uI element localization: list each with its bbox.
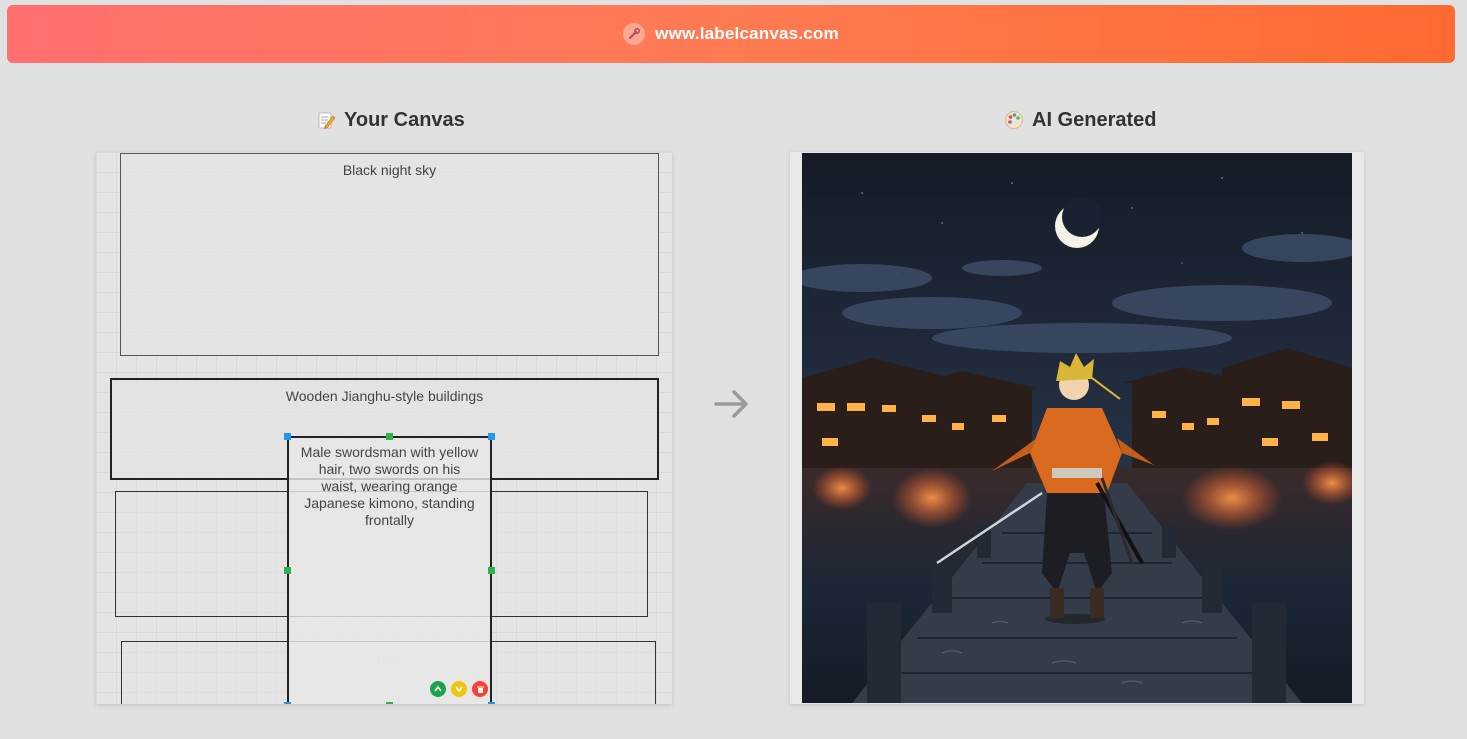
resize-handle-right[interactable] — [488, 567, 495, 574]
label-canvas[interactable]: Black night sky Wooden Jianghu-style bui… — [96, 152, 672, 704]
chevron-up-icon — [434, 685, 442, 692]
trash-icon — [476, 686, 484, 693]
ai-heading: AI Generated — [1004, 106, 1156, 134]
move-up-button[interactable] — [430, 681, 446, 697]
region-sky-label: Black night sky — [342, 162, 437, 178]
region-swordsman-label: Male swordsman with yellow hair, two swo… — [300, 444, 479, 528]
resize-handle-bottom-left[interactable] — [284, 702, 291, 704]
region-buildings-label: Wooden Jianghu-style buildings — [285, 388, 484, 404]
chevron-down-icon — [455, 686, 463, 693]
generated-scene-illustration — [802, 153, 1352, 703]
ai-title: AI Generated — [1032, 108, 1157, 131]
wrench-icon — [623, 23, 646, 45]
site-url[interactable]: www.labelcanvas.com — [655, 24, 839, 44]
canvas-title: Your Canvas — [344, 108, 465, 131]
region-sky[interactable]: Black night sky — [120, 153, 659, 356]
move-down-button[interactable] — [451, 681, 467, 697]
canvas-heading: Your Canvas — [316, 106, 465, 134]
resize-handle-top[interactable] — [386, 433, 393, 440]
delete-button[interactable] — [472, 681, 488, 697]
generated-image[interactable] — [802, 153, 1352, 703]
resize-handle-top-right[interactable] — [488, 433, 495, 440]
resize-handle-bottom[interactable] — [386, 702, 393, 704]
ai-generated-panel — [790, 152, 1364, 704]
site-banner: www.labelcanvas.com — [7, 5, 1455, 63]
resize-handle-left[interactable] — [284, 567, 291, 574]
resize-handle-top-left[interactable] — [284, 433, 291, 440]
pencil-memo-icon — [318, 112, 336, 129]
region-swordsman-selected[interactable]: Male swordsman with yellow hair, two swo… — [284, 433, 495, 704]
right-arrow-icon — [714, 390, 748, 418]
palette-icon — [1005, 111, 1023, 129]
resize-handle-bottom-right[interactable] — [488, 702, 495, 704]
